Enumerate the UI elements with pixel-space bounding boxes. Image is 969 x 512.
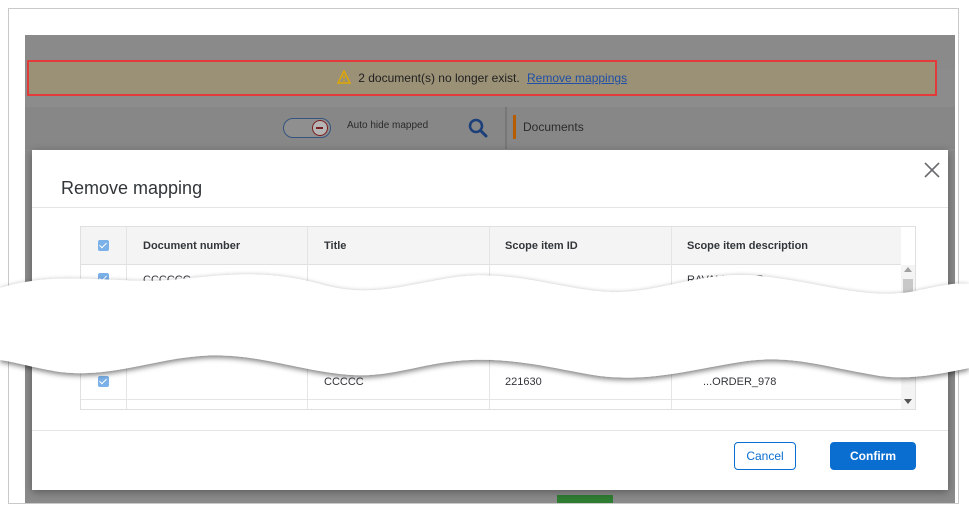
torn-paper-break bbox=[0, 274, 969, 378]
column-scope-item-id[interactable]: Scope item ID bbox=[505, 227, 578, 265]
banner-message: 2 document(s) no longer exist. bbox=[358, 71, 520, 85]
search-icon[interactable] bbox=[467, 117, 489, 139]
warning-banner: 2 document(s) no longer exist. Remove ma… bbox=[27, 60, 937, 96]
dialog-title: Remove mapping bbox=[61, 178, 203, 198]
auto-hide-label: Auto hide mapped bbox=[347, 120, 429, 131]
auto-hide-toggle[interactable] bbox=[283, 118, 331, 138]
documents-label: Documents bbox=[523, 120, 584, 134]
minus-icon bbox=[312, 120, 328, 136]
close-icon[interactable] bbox=[922, 160, 942, 180]
select-all-checkbox[interactable] bbox=[98, 240, 109, 251]
footer-divider bbox=[32, 430, 948, 431]
documents-accent-bar bbox=[513, 115, 516, 139]
column-document-number[interactable]: Document number bbox=[143, 227, 240, 265]
scroll-down-icon[interactable] bbox=[904, 399, 912, 404]
warning-icon bbox=[336, 70, 351, 84]
column-scope-item-description[interactable]: Scope item description bbox=[687, 227, 808, 265]
remove-mappings-link[interactable]: Remove mappings bbox=[527, 71, 627, 85]
confirm-button[interactable]: Confirm bbox=[830, 442, 916, 470]
cancel-button[interactable]: Cancel bbox=[734, 442, 796, 470]
toolbar: Auto hide mapped Documents bbox=[25, 107, 955, 149]
title-divider bbox=[32, 207, 948, 208]
background-status-block bbox=[557, 495, 613, 503]
documents-panel-header: Documents bbox=[509, 107, 955, 149]
row-divider bbox=[81, 399, 901, 400]
mapping-toolbar: Auto hide mapped bbox=[25, 107, 507, 149]
table-header: Document number Title Scope item ID Scop… bbox=[81, 227, 901, 265]
column-title[interactable]: Title bbox=[324, 227, 346, 265]
